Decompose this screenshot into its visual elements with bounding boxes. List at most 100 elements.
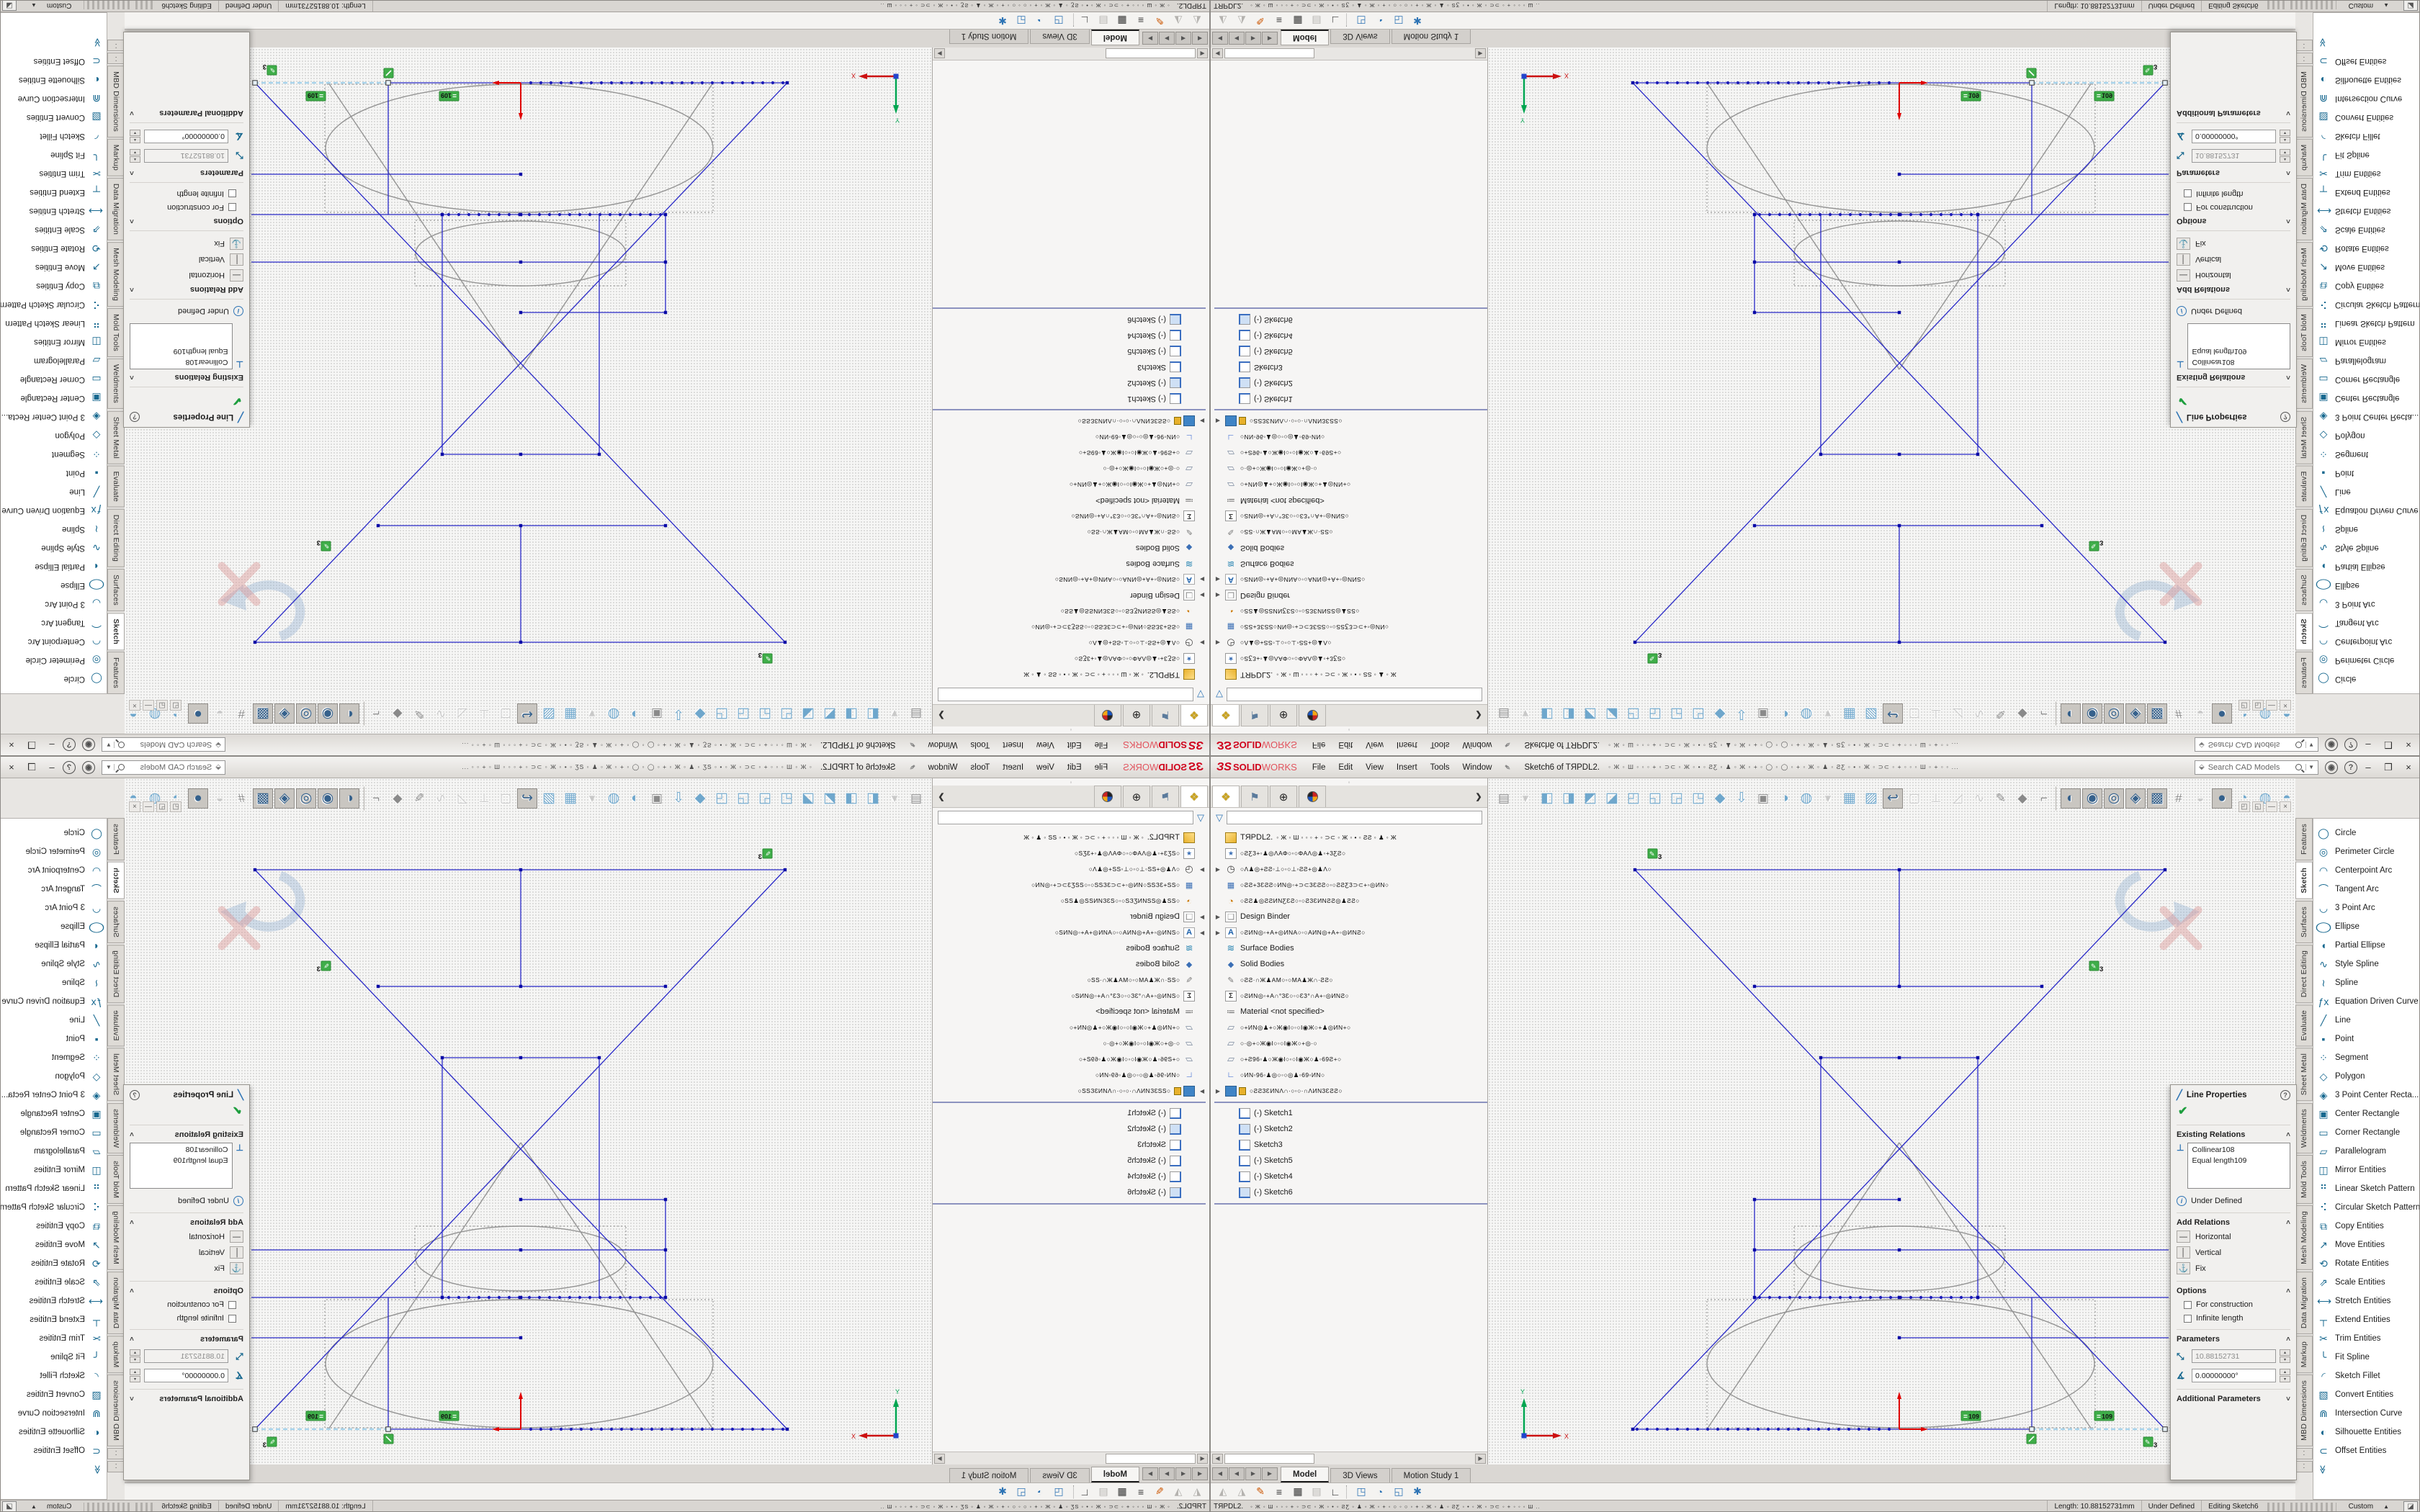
sketch-point[interactable] (1879, 1296, 1882, 1299)
construction-line[interactable] (1899, 1143, 2092, 1429)
expand-arrow-icon[interactable]: ▶ (1198, 593, 1206, 599)
tab-evaluate[interactable]: Evaluate (2295, 466, 2313, 508)
sketch-vertex[interactable] (519, 985, 522, 988)
sketch-point[interactable] (1777, 81, 1780, 84)
close-button[interactable]: × (2399, 760, 2418, 775)
toolbar-icon-23[interactable]: ✎ (409, 788, 429, 809)
relations-listbox[interactable]: Collinear108Equal length109 (130, 323, 233, 369)
tab-weldments[interactable]: Weldments (2295, 1103, 2313, 1153)
toolbar-icon-3[interactable]: ◨ (1559, 788, 1579, 809)
tab-evaluate[interactable]: Evaluate (107, 1004, 125, 1046)
section-existing-relations[interactable]: Existing Relations˄ (2177, 1125, 2290, 1139)
toolbar-icon-24[interactable]: ◆ (2012, 704, 2033, 724)
tab-sketch[interactable]: Sketch (2295, 862, 2313, 899)
sketch-point[interactable] (1960, 213, 1963, 216)
option-for-construction[interactable]: For construction (2177, 1300, 2290, 1309)
tree-scrollbar[interactable]: ◀ ▶ (1211, 48, 1487, 60)
sketch-point[interactable] (570, 81, 573, 84)
tree-row-sketch5[interactable]: (-) Sketch5 (933, 343, 1206, 359)
tool-circle[interactable]: ◯Circle (0, 670, 103, 688)
checkbox-icon[interactable] (2184, 1301, 2192, 1309)
scroll-left-icon[interactable]: ◀ (1212, 1454, 1223, 1464)
sketch-vertex[interactable] (519, 1336, 522, 1339)
tab-mold-tools[interactable]: Mold Tools (2295, 308, 2313, 357)
tool-circle[interactable]: ◯Circle (2317, 670, 2420, 688)
tool-linear-sketch-pattern[interactable]: ⠛Linear Sketch Pattern (0, 314, 103, 333)
tree-row[interactable]: Σ○ƧИN◎◦+Α∩°3Ɛ○◦○Ɛ3°∩Α+◦◎ИNƧ○ (1214, 508, 1487, 524)
sketch-point[interactable] (619, 1296, 622, 1299)
tree-row-sketch4[interactable]: (-) Sketch4 (1214, 1169, 1487, 1184)
toolbar-icon-27[interactable]: ◐ (2061, 704, 2081, 724)
sketch-point[interactable] (1819, 1296, 1821, 1299)
toolbar-icon-6[interactable]: ◰ (1623, 788, 1644, 809)
selected-endpoint-handle[interactable] (386, 81, 390, 85)
sketch-vertex[interactable] (519, 1248, 522, 1251)
sketch-point[interactable] (457, 1296, 460, 1299)
quickbar-icon-5[interactable]: ▤ (1095, 14, 1111, 27)
sketch-point[interactable] (528, 213, 531, 216)
restore-button[interactable]: ❐ (2379, 760, 2398, 775)
tree-row-solid-bodies[interactable]: ◆Solid Bodies (1214, 540, 1487, 556)
tool-intersection-curve[interactable]: ⋒Intersection Curve (2317, 89, 2420, 108)
tool-equation-driven-curve[interactable]: ƒxEquation Driven Curve (0, 501, 103, 520)
tree-row-design-binder[interactable]: ▶❏Design Binder (933, 588, 1206, 603)
section-options[interactable]: Options˄ (2177, 1281, 2290, 1295)
tool-circular-sketch-pattern[interactable]: ⠪Circular Sketch Pattern (0, 295, 103, 314)
sketch-vertex[interactable] (441, 1056, 444, 1059)
sketch-vertex[interactable] (1898, 1248, 1901, 1251)
sketch-ellipse[interactable] (416, 221, 626, 286)
sketch-point[interactable] (731, 1428, 734, 1431)
tool-parallelogram[interactable]: ▱Parallelogram (2317, 351, 2420, 370)
spinner[interactable]: ▴▾ (130, 1369, 140, 1382)
tool-trim-entities[interactable]: ✂Trim Entities (0, 164, 103, 183)
toolbar-icon-1[interactable]: ▾ (1515, 788, 1536, 809)
pin-icon[interactable]: ✒ (1502, 761, 1514, 773)
tool-polygon[interactable]: ◇Polygon (0, 426, 103, 445)
rollback-bar[interactable] (933, 409, 1206, 410)
panel-expand-arrow[interactable]: ❯ (1470, 786, 1487, 807)
sketch-vertex[interactable] (1898, 1056, 1901, 1059)
relations-listbox[interactable]: Collinear108Equal length109 (2187, 323, 2290, 369)
sketch-point[interactable] (1849, 1296, 1852, 1299)
close-button[interactable]: × (2399, 737, 2418, 753)
sketch-vertex[interactable] (1753, 1296, 1756, 1299)
tree-row[interactable]: ▶A○ƧИN◎◦+Α+◎ИNΑ○◦○ΑИN◎+Α+◦◎ИNƧ○ (933, 572, 1206, 588)
toolbar-icon-9[interactable]: ◳ (1688, 704, 1708, 724)
sketch-point[interactable] (610, 1428, 613, 1431)
palette-more-icon[interactable]: ≫ (2318, 1464, 2328, 1475)
toolbar-icon-28[interactable]: ◉ (2082, 788, 2102, 809)
sketch-point[interactable] (1839, 1296, 1842, 1299)
scroll-right-icon[interactable]: ▶ (1475, 49, 1486, 59)
toolbar-icon-13[interactable]: ◑ (625, 704, 645, 724)
option-infinite-length[interactable]: Infinite length (130, 189, 243, 198)
toolbar-icon-20[interactable]: ⊥ (1926, 704, 1946, 724)
sketch-point[interactable] (478, 213, 480, 216)
doc-restore-icon[interactable]: ◰ (2238, 700, 2250, 711)
tree-row-solid-bodies[interactable]: ◆Solid Bodies (933, 540, 1206, 556)
section-existing-relations[interactable]: Existing Relations˄ (130, 1125, 243, 1139)
tree-row-solid-bodies[interactable]: ◆Solid Bodies (933, 956, 1206, 972)
status-tag-icon[interactable]: ◪ (2, 0, 17, 11)
toolbar-icon-19[interactable]: ▢ (496, 788, 516, 809)
sketch-point[interactable] (1827, 81, 1830, 84)
toolbar-icon-25[interactable]: ⌐ (366, 788, 386, 809)
tool-circular-sketch-pattern[interactable]: ⠪Circular Sketch Pattern (2317, 1198, 2420, 1217)
constraint-badge[interactable]: ✎3 (758, 849, 772, 861)
tree-row[interactable]: ✎○ƧƧ·∩Ж♟ΑM○◦○MΑ♟Ж∩·ƧƧ○ (933, 524, 1206, 540)
menu-view[interactable]: View (1030, 763, 1061, 772)
quickbar-icon-6[interactable]: ∟ (1077, 1485, 1093, 1498)
sketch-vertex[interactable] (1753, 261, 1756, 264)
sketch-point[interactable] (1706, 81, 1709, 84)
sketch-point[interactable] (529, 81, 532, 84)
tool-stretch-entities[interactable]: ⟷Stretch Entities (0, 202, 103, 220)
section-parameters[interactable]: Parameters˄ (2177, 1329, 2290, 1344)
tool-ellipse[interactable]: ◯Ellipse (0, 576, 103, 595)
toolbar-icon-5[interactable]: ◪ (798, 788, 818, 809)
sketch-vertex[interactable] (519, 173, 522, 176)
toolbar-icon-32[interactable]: # (2169, 788, 2189, 809)
sketch-point[interactable] (1829, 213, 1832, 216)
toolbar-icon-25[interactable]: ⌐ (2034, 704, 2054, 724)
tool-sketch-fillet[interactable]: ◜Sketch Fillet (2317, 127, 2420, 145)
sketch-vertex[interactable] (1976, 453, 1979, 456)
doc-tab-model[interactable]: Model (1091, 1467, 1139, 1482)
